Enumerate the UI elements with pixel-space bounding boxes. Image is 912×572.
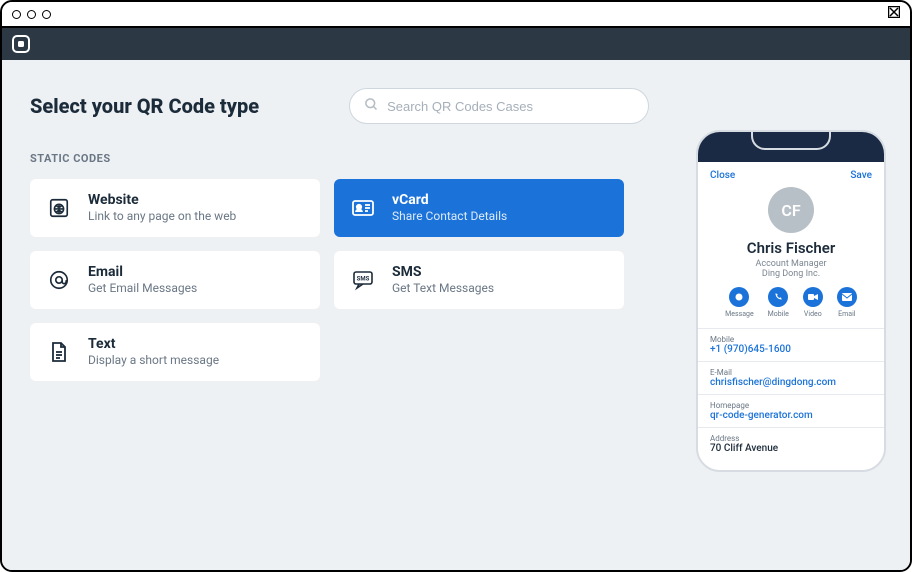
card-vcard[interactable]: vCard Share Contact Details bbox=[334, 179, 624, 237]
field-value: chrisfischer@dingdong.com bbox=[710, 377, 872, 388]
field-value: qr-code-generator.com bbox=[710, 410, 872, 421]
field-address: Address 70 Cliff Avenue bbox=[698, 427, 884, 460]
field-label: Address bbox=[710, 434, 872, 443]
window-titlebar bbox=[2, 2, 910, 28]
card-email[interactable]: Email Get Email Messages bbox=[30, 251, 320, 309]
action-video[interactable]: Video bbox=[803, 287, 823, 318]
app-toolbar bbox=[2, 28, 910, 60]
phone-notch bbox=[751, 132, 831, 150]
card-title: Website bbox=[88, 192, 236, 209]
field-label: Homepage bbox=[710, 401, 872, 410]
app-window: Select your QR Code type STATIC CODES bbox=[0, 0, 912, 572]
phone-icon bbox=[768, 287, 788, 307]
message-icon bbox=[729, 287, 749, 307]
main-content: Select your QR Code type STATIC CODES bbox=[2, 60, 910, 570]
card-subtitle: Share Contact Details bbox=[392, 209, 507, 225]
card-title: SMS bbox=[392, 264, 494, 281]
field-label: Mobile bbox=[710, 335, 872, 344]
card-subtitle: Get Email Messages bbox=[88, 281, 197, 297]
contact-name: Chris Fischer bbox=[698, 239, 884, 257]
search-input[interactable] bbox=[349, 88, 649, 124]
action-mobile[interactable]: Mobile bbox=[768, 287, 789, 318]
document-icon bbox=[46, 339, 72, 365]
card-title: Email bbox=[88, 264, 197, 281]
search-field[interactable] bbox=[387, 99, 634, 114]
window-controls[interactable] bbox=[12, 10, 51, 19]
contact-role: Account Manager bbox=[698, 259, 884, 269]
card-text[interactable]: Text Display a short message bbox=[30, 323, 320, 381]
app-logo-icon bbox=[12, 35, 30, 53]
mail-icon bbox=[837, 287, 857, 307]
field-email: E-Mail chrisfischer@dingdong.com bbox=[698, 361, 884, 394]
svg-text:SMS: SMS bbox=[357, 276, 370, 283]
card-sms[interactable]: SMS SMS Get Text Messages bbox=[334, 251, 624, 309]
field-mobile: Mobile +1 (970)645-1600 bbox=[698, 328, 884, 361]
card-title: vCard bbox=[392, 192, 507, 209]
field-value: 70 Cliff Avenue bbox=[710, 443, 872, 454]
field-value: +1 (970)645-1600 bbox=[710, 344, 872, 355]
preview-save-button[interactable]: Save bbox=[850, 170, 872, 181]
page-title: Select your QR Code type bbox=[30, 94, 259, 118]
contact-actions: Message Mobile Video Email bbox=[698, 287, 884, 318]
window-dot[interactable] bbox=[27, 10, 36, 19]
action-message[interactable]: Message bbox=[725, 287, 754, 318]
field-homepage: Homepage qr-code-generator.com bbox=[698, 394, 884, 427]
field-label: E-Mail bbox=[710, 368, 872, 377]
globe-icon bbox=[46, 195, 72, 221]
contact-org: Ding Dong Inc. bbox=[698, 269, 884, 279]
search-icon bbox=[364, 97, 379, 116]
card-website[interactable]: Website Link to any page on the web bbox=[30, 179, 320, 237]
sms-icon: SMS bbox=[350, 267, 376, 293]
card-subtitle: Link to any page on the web bbox=[88, 209, 236, 225]
at-sign-icon bbox=[46, 267, 72, 293]
id-card-icon bbox=[350, 195, 376, 221]
preview-close-button[interactable]: Close bbox=[710, 170, 735, 181]
action-email[interactable]: Email bbox=[837, 287, 857, 318]
window-dot[interactable] bbox=[12, 10, 21, 19]
video-icon bbox=[803, 287, 823, 307]
avatar: CF bbox=[768, 187, 814, 233]
card-subtitle: Get Text Messages bbox=[392, 281, 494, 297]
window-close-icon[interactable] bbox=[888, 6, 900, 22]
card-title: Text bbox=[88, 336, 219, 353]
window-dot[interactable] bbox=[42, 10, 51, 19]
card-subtitle: Display a short message bbox=[88, 353, 219, 369]
phone-preview: Close Save CF Chris Fischer Account Mana… bbox=[696, 130, 886, 472]
